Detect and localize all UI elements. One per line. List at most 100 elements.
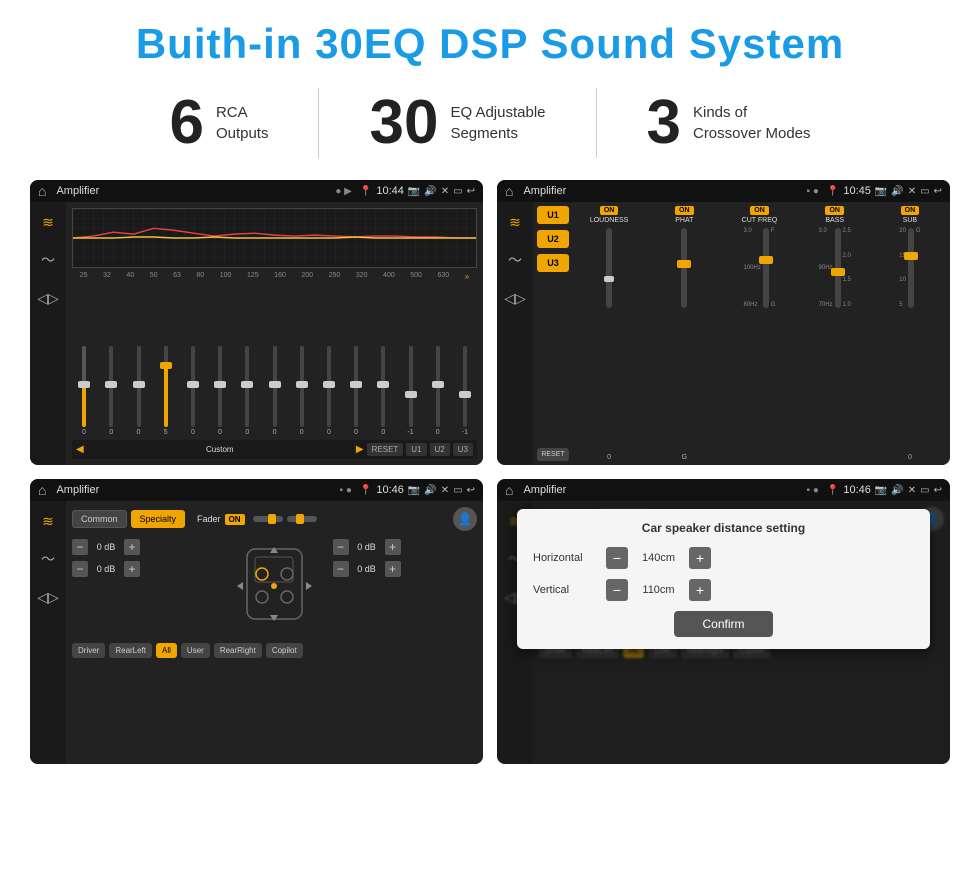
eq-slider-2[interactable]: 0 bbox=[126, 346, 150, 436]
eq-slider-9[interactable]: 0 bbox=[317, 346, 341, 436]
camera-icon-3: 📷 bbox=[408, 485, 420, 496]
confirm-button[interactable]: Confirm bbox=[674, 611, 772, 637]
horizontal-minus[interactable]: − bbox=[606, 547, 628, 569]
plus-btn-1[interactable]: + bbox=[124, 539, 140, 555]
volume-icon-3: 🔊 bbox=[424, 485, 436, 496]
driver-btn[interactable]: Driver bbox=[72, 643, 105, 658]
speaker-icon[interactable]: ◁▷ bbox=[36, 286, 60, 310]
wave-icon-3[interactable]: 〜 bbox=[36, 547, 60, 571]
reset-btn-2[interactable]: RESET bbox=[537, 448, 569, 461]
eq-icon-2[interactable]: ≋ bbox=[503, 210, 527, 234]
location-icon-2: 📍 bbox=[827, 186, 839, 197]
home-icon-1[interactable]: ⌂ bbox=[38, 183, 46, 199]
eq-slider-14[interactable]: -1 bbox=[453, 346, 477, 436]
prev-btn[interactable]: ◀ bbox=[76, 444, 84, 455]
eq-icon[interactable]: ≋ bbox=[36, 210, 60, 234]
eq-freq-labels: 253240506380100125160200250320400500630 … bbox=[72, 272, 477, 281]
user-avatar[interactable]: 👤 bbox=[453, 507, 477, 531]
location-icon-3: 📍 bbox=[360, 485, 372, 496]
eq-slider-6[interactable]: 0 bbox=[235, 346, 259, 436]
loudness-slider[interactable] bbox=[606, 228, 612, 308]
phat-on[interactable]: ON bbox=[675, 206, 694, 215]
u3-btn[interactable]: U3 bbox=[537, 254, 569, 272]
plus-btn-2[interactable]: + bbox=[124, 561, 140, 577]
stat-number-rca: 6 bbox=[169, 92, 203, 154]
eq-slider-12[interactable]: -1 bbox=[398, 346, 422, 436]
stat-rca: 6 RCA Outputs bbox=[119, 92, 318, 154]
eq-slider-8[interactable]: 0 bbox=[290, 346, 314, 436]
common-tab[interactable]: Common bbox=[72, 510, 127, 528]
fader-main: Common Specialty Fader ON 👤 bbox=[66, 501, 483, 764]
side-icons-2: ≋ 〜 ◁▷ bbox=[497, 202, 533, 465]
eq-slider-3[interactable]: 5 bbox=[154, 346, 178, 436]
sub-on[interactable]: ON bbox=[901, 206, 920, 215]
distance-dialog: Car speaker distance setting Horizontal … bbox=[517, 509, 930, 649]
horizontal-value: 140cm bbox=[636, 552, 681, 564]
minus-btn-3[interactable]: − bbox=[333, 539, 349, 555]
u2-btn[interactable]: U2 bbox=[537, 230, 569, 248]
specialty-tab[interactable]: Specialty bbox=[131, 510, 186, 528]
eq-slider-11[interactable]: 0 bbox=[371, 346, 395, 436]
eq-slider-5[interactable]: 0 bbox=[208, 346, 232, 436]
speaker-icon-3[interactable]: ◁▷ bbox=[36, 585, 60, 609]
rearleft-btn[interactable]: RearLeft bbox=[109, 643, 152, 658]
home-icon-4[interactable]: ⌂ bbox=[505, 482, 513, 498]
phat-slider[interactable] bbox=[681, 228, 687, 308]
eq-slider-4[interactable]: 0 bbox=[181, 346, 205, 436]
wave-icon[interactable]: 〜 bbox=[36, 248, 60, 272]
loudness-on[interactable]: ON bbox=[600, 206, 619, 215]
cutfreq-on[interactable]: ON bbox=[750, 206, 769, 215]
eq-slider-10[interactable]: 0 bbox=[344, 346, 368, 436]
wave-icon-2[interactable]: 〜 bbox=[503, 248, 527, 272]
bass-slider[interactable] bbox=[835, 228, 841, 308]
reset-btn-1[interactable]: RESET bbox=[367, 443, 404, 456]
back-icon-1[interactable]: ↩ bbox=[467, 186, 475, 197]
fader-controls: − 0 dB + − 0 dB + bbox=[72, 539, 477, 639]
minus-btn-2[interactable]: − bbox=[72, 561, 88, 577]
ch-cutfreq: ON CUT FREQ 3.0100Hz80Hz bbox=[723, 206, 795, 461]
u2-btn-1[interactable]: U2 bbox=[430, 443, 450, 456]
next-btn[interactable]: ▶ bbox=[356, 444, 364, 455]
home-icon-3[interactable]: ⌂ bbox=[38, 482, 46, 498]
back-icon-4[interactable]: ↩ bbox=[934, 485, 942, 496]
eq-icon-3[interactable]: ≋ bbox=[36, 509, 60, 533]
cutfreq-slider[interactable] bbox=[763, 228, 769, 308]
fader-slider-1[interactable] bbox=[253, 516, 283, 522]
screen-distance: ⌂ Amplifier ▪ ● 📍 10:46 📷 🔊 ✕ ▭ ↩ ≋ 〜 bbox=[497, 479, 950, 764]
status-bar-3: ⌂ Amplifier ▪ ● 📍 10:46 📷 🔊 ✕ ▭ ↩ bbox=[30, 479, 483, 501]
u1-btn-1[interactable]: U1 bbox=[406, 443, 426, 456]
main-title: Buith-in 30EQ DSP Sound System bbox=[30, 20, 950, 68]
all-btn[interactable]: All bbox=[156, 643, 177, 658]
back-icon-3[interactable]: ↩ bbox=[467, 485, 475, 496]
fader-on-badge[interactable]: ON bbox=[225, 514, 245, 525]
speaker-icon-2[interactable]: ◁▷ bbox=[503, 286, 527, 310]
eq-slider-7[interactable]: 0 bbox=[262, 346, 286, 436]
home-icon-2[interactable]: ⌂ bbox=[505, 183, 513, 199]
u1-btn[interactable]: U1 bbox=[537, 206, 569, 224]
plus-btn-4[interactable]: + bbox=[385, 561, 401, 577]
sub-slider[interactable] bbox=[908, 228, 914, 308]
stats-row: 6 RCA Outputs 30 EQ Adjustable Segments … bbox=[30, 88, 950, 158]
fader-slider-2[interactable] bbox=[287, 516, 317, 522]
fader-right: − 0 dB + − 0 dB + bbox=[333, 539, 478, 639]
eq-slider-13[interactable]: 0 bbox=[426, 346, 450, 436]
volume-icon-4: 🔊 bbox=[891, 485, 903, 496]
vertical-plus[interactable]: + bbox=[689, 579, 711, 601]
stat-number-crossover: 3 bbox=[647, 92, 681, 154]
screen-eq: ⌂ Amplifier ● ▶ 📍 10:44 📷 🔊 ✕ ▭ ↩ ≋ 〜 ◁▷ bbox=[30, 180, 483, 465]
user-btn[interactable]: User bbox=[181, 643, 210, 658]
u3-btn-1[interactable]: U3 bbox=[453, 443, 473, 456]
vertical-minus[interactable]: − bbox=[606, 579, 628, 601]
back-icon-2[interactable]: ↩ bbox=[934, 186, 942, 197]
minus-btn-1[interactable]: − bbox=[72, 539, 88, 555]
plus-btn-3[interactable]: + bbox=[385, 539, 401, 555]
minus-btn-4[interactable]: − bbox=[333, 561, 349, 577]
rearright-btn[interactable]: RearRight bbox=[214, 643, 262, 658]
minimize-icon-3: ▭ bbox=[453, 485, 462, 496]
ch-sub: ON SUB 2015105 G bbox=[874, 206, 946, 461]
bass-on[interactable]: ON bbox=[825, 206, 844, 215]
eq-slider-0[interactable]: 0 bbox=[72, 346, 96, 436]
horizontal-plus[interactable]: + bbox=[689, 547, 711, 569]
copilot-btn[interactable]: Copilot bbox=[266, 643, 303, 658]
eq-slider-1[interactable]: 0 bbox=[99, 346, 123, 436]
